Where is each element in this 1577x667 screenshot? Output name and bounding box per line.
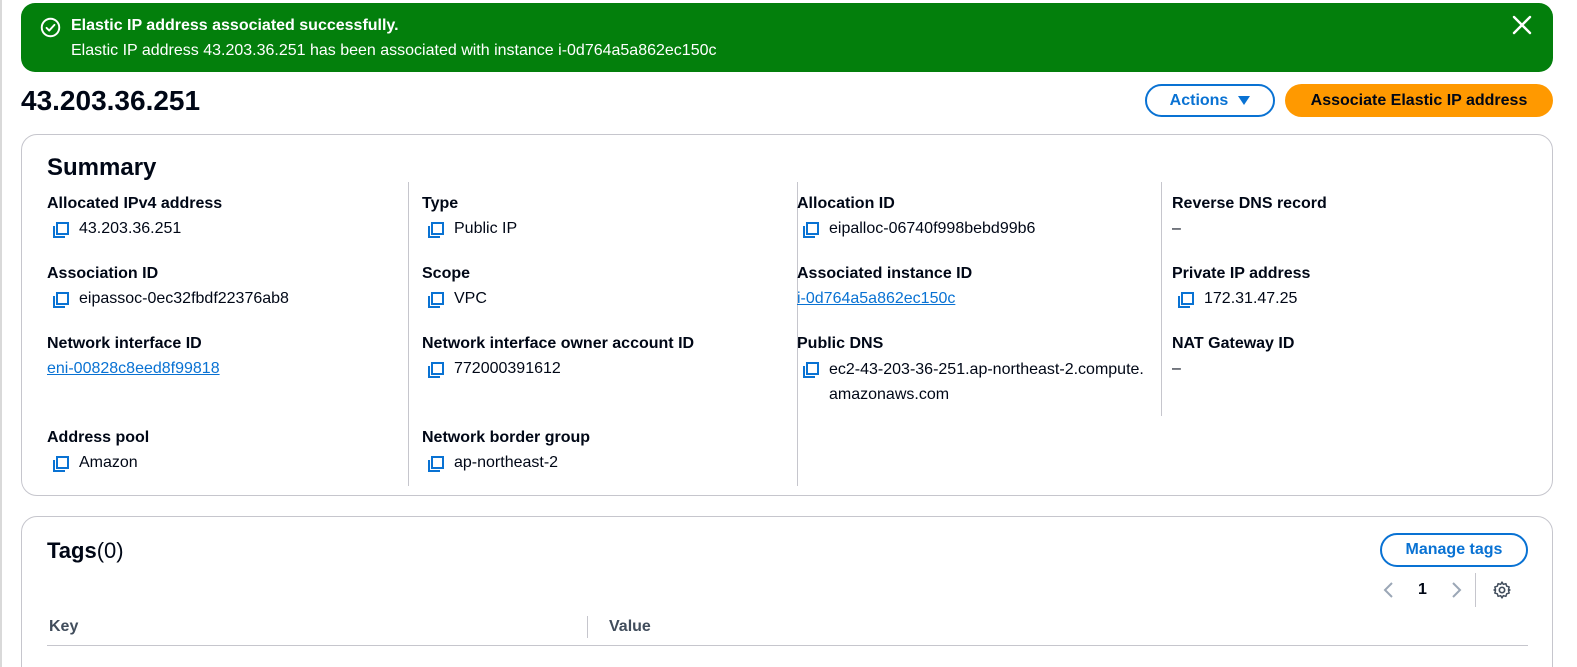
field-address-pool: Address pool Amazon [47, 428, 149, 473]
column-divider [587, 616, 588, 638]
caret-down-icon [1238, 96, 1251, 105]
instance-link[interactable]: i-0d764a5a862ec150c [797, 289, 955, 309]
copy-icon[interactable] [52, 291, 70, 309]
left-border [0, 0, 2, 667]
field-value: 43.203.36.251 [79, 220, 182, 237]
actions-dropdown-button[interactable]: Actions [1145, 84, 1275, 117]
field-label: Allocation ID [797, 195, 895, 212]
tags-heading: Tags [47, 538, 97, 563]
field-reverse-dns: Reverse DNS record – [1172, 194, 1327, 239]
field-value: eipassoc-0ec32fbdf22376ab8 [79, 290, 289, 307]
chevron-right-icon[interactable] [1449, 581, 1463, 599]
actions-label: Actions [1169, 91, 1229, 109]
field-allocated-ipv4: Allocated IPv4 address 43.203.36.251 [47, 194, 222, 239]
field-nat-gateway-id: NAT Gateway ID – [1172, 334, 1294, 379]
field-private-ip: Private IP address 172.31.47.25 [1172, 264, 1310, 309]
copy-icon[interactable] [427, 221, 445, 239]
column-header-value[interactable]: Value [609, 617, 651, 637]
summary-column-3: Allocation ID eipalloc-06740f998bebd99b6… [797, 182, 1162, 416]
copy-icon[interactable] [802, 361, 820, 379]
summary-column-2: Type Public IP Scope VPC Network interfa… [422, 182, 798, 486]
field-type: Type Public IP [422, 194, 517, 239]
column-header-key[interactable]: Key [49, 617, 78, 637]
field-network-border-group: Network border group ap-northeast-2 [422, 428, 590, 473]
field-label: Public DNS [797, 335, 884, 352]
field-label: Network interface ID [47, 335, 202, 352]
field-value: 172.31.47.25 [1204, 290, 1298, 307]
field-value: – [1172, 220, 1181, 237]
field-label: Associated instance ID [797, 265, 973, 282]
field-label: Association ID [47, 265, 159, 282]
field-label: NAT Gateway ID [1172, 335, 1295, 352]
flash-title: Elastic IP address associated successful… [71, 17, 399, 34]
flash-message: Elastic IP address 43.203.36.251 has bee… [71, 42, 717, 59]
field-public-dns: Public DNS ec2-43-203-36-251.ap-northeas… [797, 334, 1151, 407]
pagination: 1 [1382, 573, 1532, 607]
field-value: 772000391612 [454, 360, 561, 377]
copy-icon[interactable] [427, 291, 445, 309]
copy-icon[interactable] [802, 221, 820, 239]
table-header-rule [47, 645, 1528, 646]
tags-panel: Tags(0) Manage tags 1 Key Value [21, 516, 1553, 667]
pager-divider [1474, 573, 1476, 607]
close-icon[interactable] [1511, 14, 1533, 36]
success-flash-banner: Elastic IP address associated successful… [21, 3, 1553, 72]
manage-tags-button[interactable]: Manage tags [1380, 533, 1528, 567]
field-label: Private IP address [1172, 265, 1311, 282]
field-allocation-id: Allocation ID eipalloc-06740f998bebd99b6 [797, 194, 1035, 239]
field-network-interface-owner: Network interface owner account ID 77200… [422, 334, 694, 379]
copy-icon[interactable] [427, 361, 445, 379]
field-label: Reverse DNS record [1172, 195, 1327, 212]
summary-column-1: Allocated IPv4 address 43.203.36.251 Ass… [47, 182, 409, 486]
field-label: Scope [422, 265, 471, 282]
field-value: Public IP [454, 220, 518, 237]
field-label: Network border group [422, 429, 591, 446]
tags-title: Tags(0) [47, 537, 124, 565]
summary-title: Summary [47, 154, 157, 181]
field-scope: Scope VPC [422, 264, 487, 309]
copy-icon[interactable] [52, 221, 70, 239]
field-value: ec2-43-203-36-251.ap-northeast-2.compute… [829, 361, 1144, 403]
field-value: – [1172, 360, 1181, 377]
network-interface-link[interactable]: eni-00828c8eed8f99818 [47, 359, 220, 379]
page-number[interactable]: 1 [1418, 581, 1427, 599]
summary-panel: Summary Allocated IPv4 address 43.203.36… [21, 134, 1553, 496]
copy-icon[interactable] [427, 455, 445, 473]
field-label: Address pool [47, 429, 150, 446]
associate-elastic-ip-button[interactable]: Associate Elastic IP address [1285, 84, 1553, 117]
copy-icon[interactable] [52, 455, 70, 473]
field-associated-instance-id: Associated instance ID i-0d764a5a862ec15… [797, 264, 972, 309]
chevron-left-icon[interactable] [1382, 581, 1396, 599]
field-label: Type [422, 195, 459, 212]
field-association-id: Association ID eipassoc-0ec32fbdf22376ab… [47, 264, 289, 309]
field-value: VPC [454, 290, 487, 307]
page-title: 43.203.36.251 [21, 85, 201, 116]
field-value: Amazon [79, 454, 138, 471]
gear-icon[interactable] [1492, 580, 1512, 600]
field-network-interface-id: Network interface ID eni-00828c8eed8f998… [47, 334, 220, 379]
field-value: eipalloc-06740f998bebd99b6 [829, 220, 1036, 237]
field-label: Network interface owner account ID [422, 335, 695, 352]
field-value: ap-northeast-2 [454, 454, 559, 471]
field-label: Allocated IPv4 address [47, 195, 223, 212]
success-check-icon [40, 17, 61, 38]
tags-count: (0) [96, 538, 124, 563]
copy-icon[interactable] [1177, 291, 1195, 309]
